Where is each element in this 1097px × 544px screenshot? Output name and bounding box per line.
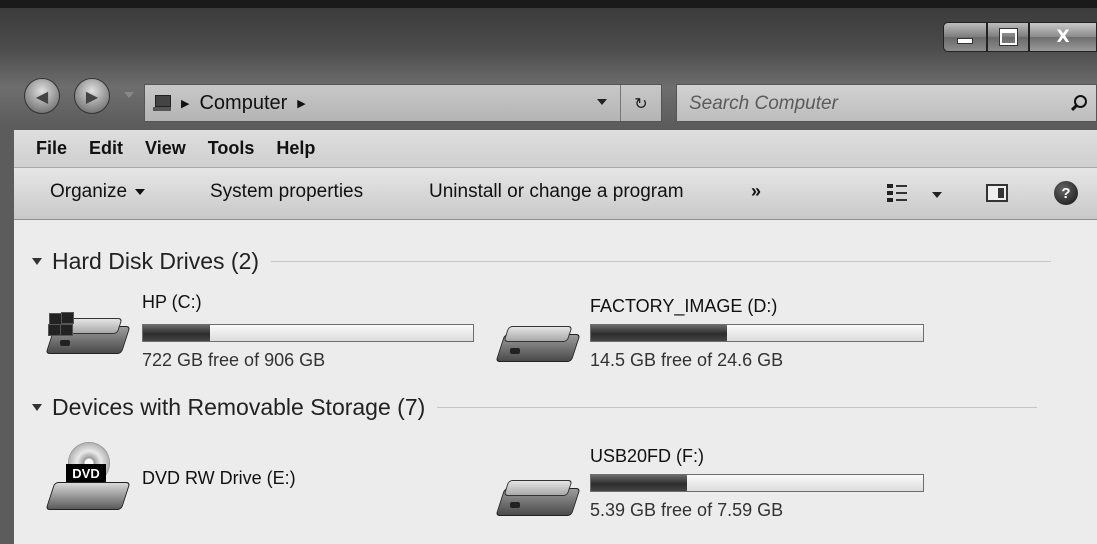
free-space-text: 5.39 GB free of 7.59 GB <box>590 500 784 520</box>
usage-bar-fill <box>591 475 688 491</box>
more-commands-button[interactable]: » <box>751 181 761 202</box>
group-divider <box>437 407 1038 408</box>
drive-name: USB20FD (F:) <box>590 446 705 466</box>
computer-icon <box>151 94 173 112</box>
menu-edit[interactable]: Edit <box>89 138 123 159</box>
collapse-triangle-icon[interactable] <box>32 404 42 411</box>
dvd-drive-icon: DVD <box>45 442 132 514</box>
usage-bar-fill <box>143 325 210 341</box>
menu-view[interactable]: View <box>145 138 186 159</box>
search-icon[interactable] <box>1068 93 1088 113</box>
menu-help[interactable]: Help <box>276 138 315 159</box>
drive-name: HP (C:) <box>142 292 202 312</box>
menu-file[interactable]: File <box>36 138 67 159</box>
maximize-button[interactable] <box>987 22 1029 52</box>
usage-bar <box>590 474 924 492</box>
forward-arrow-icon: ▶ <box>85 86 99 106</box>
breadcrumb-separator-icon[interactable]: ▶ <box>297 97 305 110</box>
drive-name: DVD RW Drive (E:) <box>142 468 296 488</box>
address-bar[interactable]: ▶ Computer ▶ ↻ <box>144 84 662 122</box>
drive-name: FACTORY_IMAGE (D:) <box>590 296 778 316</box>
group-title: Hard Disk Drives (2) <box>52 248 260 274</box>
drive-item-f[interactable]: USB20FD (F:) 5.39 GB free of 7.59 GB <box>495 436 956 532</box>
refresh-button[interactable]: ↻ <box>620 85 661 121</box>
recent-pages-dropdown-icon[interactable] <box>124 92 134 98</box>
maximize-icon <box>999 29 1017 45</box>
group-header-hard-disk-drives[interactable]: Hard Disk Drives (2) <box>32 248 1052 275</box>
collapse-triangle-icon[interactable] <box>32 258 42 265</box>
close-button[interactable]: X <box>1029 22 1097 52</box>
uninstall-program-button[interactable]: Uninstall or change a program <box>429 181 684 203</box>
minimize-button[interactable] <box>943 22 987 52</box>
back-arrow-icon: ◀ <box>35 86 49 106</box>
menu-bar: File Edit View Tools Help <box>14 130 1097 168</box>
organize-button[interactable]: Organize <box>50 181 146 203</box>
free-space-text: 14.5 GB free of 24.6 GB <box>590 350 784 370</box>
help-button[interactable]: ? <box>1054 181 1078 205</box>
breadcrumb-computer[interactable]: Computer <box>199 92 287 115</box>
explorer-window: X ◀ ▶ ▶ Computer ▶ ↻ Search Computer Fil… <box>0 8 1097 544</box>
preview-pane-icon[interactable] <box>986 184 1008 202</box>
view-options-dropdown-icon[interactable] <box>932 192 942 198</box>
content-pane: Hard Disk Drives (2) HP (C:) 722 GB free… <box>14 220 1097 544</box>
group-header-removable-storage[interactable]: Devices with Removable Storage (7) <box>32 394 1038 421</box>
breadcrumb-separator-icon[interactable]: ▶ <box>181 97 189 110</box>
usage-bar <box>142 324 474 342</box>
system-properties-button[interactable]: System properties <box>210 181 363 203</box>
minimize-icon <box>957 38 973 44</box>
command-bar: Organize System properties Uninstall or … <box>14 168 1097 220</box>
menu-tools[interactable]: Tools <box>208 138 255 159</box>
chevron-down-icon <box>135 188 146 195</box>
search-placeholder: Search Computer <box>689 93 838 114</box>
usage-bar-fill <box>591 325 728 341</box>
help-icon: ? <box>1061 184 1071 202</box>
usb-drive-icon <box>495 474 581 520</box>
group-title: Devices with Removable Storage (7) <box>52 394 426 420</box>
caption-buttons: X <box>943 22 1097 52</box>
usage-bar <box>590 324 924 342</box>
drive-item-d[interactable]: FACTORY_IMAGE (D:) 14.5 GB free of 24.6 … <box>495 282 956 372</box>
drive-item-c[interactable]: HP (C:) 722 GB free of 906 GB <box>14 282 474 372</box>
address-history-dropdown-icon[interactable] <box>597 99 607 105</box>
back-button[interactable]: ◀ <box>24 78 60 114</box>
free-space-text: 722 GB free of 906 GB <box>142 350 326 370</box>
organize-label: Organize <box>50 181 128 202</box>
change-view-icon[interactable] <box>887 183 907 203</box>
hard-drive-icon <box>495 320 581 366</box>
drive-item-e[interactable]: DVD DVD RW Drive (E:) <box>14 438 474 534</box>
close-icon: X <box>1056 27 1070 47</box>
dvd-badge: DVD <box>66 464 106 482</box>
search-input[interactable]: Search Computer <box>676 84 1097 122</box>
group-divider <box>271 261 1052 262</box>
hard-drive-windows-icon <box>45 312 131 358</box>
forward-button[interactable]: ▶ <box>74 78 110 114</box>
refresh-icon: ↻ <box>634 93 648 113</box>
